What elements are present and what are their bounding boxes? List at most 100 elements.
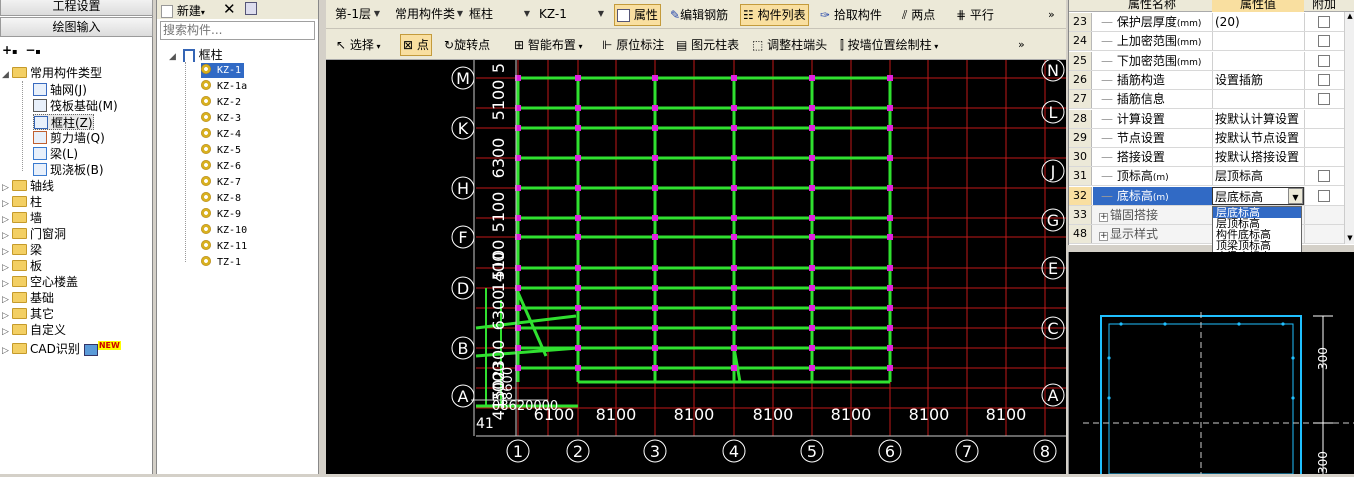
property-row[interactable]: 26 — 插筋构造 设置插筋 (1069, 70, 1354, 90)
tree-item-frame-column[interactable]: 框柱(Z) (33, 114, 94, 130)
tree-group[interactable]: ▷ 轴线 (2, 178, 54, 194)
tree-root-frame-column[interactable]: ◢ 框柱 (169, 47, 223, 63)
component-item[interactable]: KZ-7 (201, 175, 241, 190)
parallel-button[interactable]: ⋕ 平行 (956, 5, 994, 25)
component-item[interactable]: KZ-1a (201, 79, 247, 94)
properties-scrollbar[interactable]: ▲ ▼ (1344, 12, 1354, 244)
property-value[interactable]: 按默认搭接设置 (1212, 148, 1304, 167)
chevron-down-icon[interactable]: ▼ (1288, 187, 1303, 204)
tree-group[interactable]: ▷ 空心楼盖 (2, 274, 78, 290)
tree-group[interactable]: ▷ 门窗洞 (2, 226, 66, 242)
component-item[interactable]: KZ-6 (201, 159, 241, 174)
component-item[interactable]: KZ-5 (201, 143, 241, 158)
properties-button[interactable]: 属性 (614, 4, 661, 26)
tree-item-axis-grid[interactable]: 轴网(J) (33, 82, 87, 98)
type-select[interactable]: 常用构件类 ▼ (392, 5, 465, 25)
add-checkbox[interactable] (1318, 189, 1330, 202)
tree-item-beam[interactable]: 梁(L) (33, 146, 78, 162)
draw-by-wall-button[interactable]: ⫿ 按墙位置绘制柱 ▾ (840, 35, 938, 55)
toolbar-overflow-icon[interactable]: » (1018, 35, 1025, 55)
add-checkbox[interactable] (1318, 170, 1330, 183)
component-list-button[interactable]: ☷ 构件列表 (740, 4, 809, 26)
property-row[interactable]: 29 — 节点设置 按默认节点设置 (1069, 128, 1354, 148)
select-button[interactable]: ↖ 选择 ▾ (336, 35, 380, 55)
property-row[interactable]: 23 — 保护层厚度(mm) (20) (1069, 13, 1354, 32)
tree-label: 柱 (30, 195, 43, 209)
dropdown-option[interactable]: 构件底标高 (1213, 229, 1301, 240)
property-value[interactable] (1212, 90, 1304, 109)
component-item[interactable]: KZ-9 (201, 207, 241, 222)
category-select[interactable]: 框柱 ▼ (466, 5, 532, 25)
tree-group[interactable]: ▷ 基础 (2, 290, 54, 306)
component-item[interactable]: KZ-3 (201, 111, 241, 126)
component-item[interactable]: KZ-2 (201, 95, 241, 110)
delete-icon[interactable]: ✕ (223, 0, 236, 18)
property-value[interactable]: 层顶标高 (1212, 167, 1304, 186)
add-checkbox[interactable] (1318, 16, 1330, 28)
add-checkbox[interactable] (1318, 73, 1330, 86)
scroll-up-icon[interactable]: ▲ (1345, 12, 1354, 22)
edit-rebar-button[interactable]: ✎编辑钢筋 (670, 5, 728, 25)
property-value[interactable] (1212, 32, 1304, 51)
drawing-canvas[interactable]: M K H F D B A N L J G E C A 1 2 3 4 5 6 7 8 6100 8100 8100 8100 81… (326, 58, 1066, 474)
property-value[interactable]: (20) (1212, 13, 1304, 31)
component-search-input[interactable] (163, 22, 313, 38)
tree-group[interactable]: ▷ 自定义 (2, 322, 66, 338)
component-item[interactable]: KZ-8 (201, 191, 241, 206)
pick-component-button[interactable]: ✑ 拾取构件 (820, 5, 882, 25)
property-row[interactable]: 30 — 搭接设置 按默认搭接设置 (1069, 148, 1354, 168)
tree-item-shear-wall[interactable]: 剪力墙(Q) (33, 130, 105, 146)
collapse-all-icon[interactable]: − (25, 43, 35, 57)
property-row[interactable]: 31 — 顶标高(m) 层顶标高 (1069, 167, 1354, 187)
scroll-down-icon[interactable]: ▼ (1345, 234, 1354, 244)
floor-select[interactable]: 第-1层 ▼ (332, 5, 382, 25)
drawing-input-button[interactable]: 绘图输入 (0, 17, 153, 37)
expand-plus-icon[interactable]: + (1099, 232, 1108, 242)
dropdown-option[interactable]: 层底标高 (1213, 207, 1301, 218)
property-value[interactable] (1212, 51, 1304, 70)
tree-group[interactable]: ▷ CAD识别 NEW (2, 338, 121, 356)
copy-icon[interactable] (245, 2, 257, 15)
component-select[interactable]: KZ-1 ▼ (536, 5, 606, 25)
property-row[interactable]: 24 — 上加密范围(mm) (1069, 32, 1354, 52)
dropdown-option[interactable]: 层顶标高 (1213, 218, 1301, 229)
two-points-button[interactable]: ⫽ 两点 (902, 5, 935, 25)
project-settings-button[interactable]: 工程设置 (0, 0, 153, 16)
toolbar-overflow-icon[interactable]: » (1048, 5, 1055, 25)
property-row[interactable]: 28 — 计算设置 按默认计算设置 (1069, 109, 1354, 129)
property-row[interactable]: 27 — 插筋信息 (1069, 90, 1354, 110)
tree-group[interactable]: ▷ 柱 (2, 194, 42, 210)
expand-plus-icon[interactable]: + (1099, 213, 1108, 222)
expand-all-icon[interactable]: + (2, 43, 12, 57)
element-column-table-button[interactable]: ▤ 图元柱表 (676, 35, 739, 55)
add-checkbox[interactable] (1318, 54, 1330, 67)
tree-item-raft-foundation[interactable]: 筏板基础(M) (33, 98, 118, 114)
component-item[interactable]: TZ-1 (201, 255, 241, 270)
adjust-column-end-button[interactable]: ⬚ 调整柱端头 (752, 35, 827, 55)
component-item[interactable]: KZ-4 (201, 127, 241, 142)
tree-item-cast-slab[interactable]: 现浇板(B) (33, 162, 104, 178)
property-row[interactable]: 32— 底标高(m) 层底标高 ▼ (1069, 186, 1354, 206)
original-mark-button[interactable]: ⊩ 原位标注 (602, 35, 664, 55)
new-button[interactable]: 新建▾ (161, 2, 205, 19)
property-value[interactable]: 设置插筋 (1212, 70, 1304, 89)
component-item[interactable]: KZ-10 (201, 223, 247, 238)
property-value[interactable]: 按默认节点设置 (1212, 128, 1304, 147)
component-item[interactable]: KZ-11 (201, 239, 247, 254)
add-checkbox[interactable] (1318, 35, 1330, 48)
tree-group[interactable]: ▷ 板 (2, 258, 42, 274)
column-mark (887, 305, 893, 311)
smart-layout-button[interactable]: ⊞ 智能布置 ▾ (514, 35, 582, 55)
property-row[interactable]: 25 — 下加密范围(mm) (1069, 51, 1354, 71)
tree-group-common-types[interactable]: ◢ 常用构件类型 (2, 65, 102, 81)
point-button[interactable]: ⊠ 点 (400, 34, 432, 56)
property-value[interactable]: 按默认计算设置 (1212, 109, 1304, 128)
rotate-point-button[interactable]: ↻旋转点 (444, 35, 490, 55)
property-value[interactable]: 层底标高 ▼ (1212, 186, 1304, 205)
tree-group[interactable]: ▷ 墙 (2, 210, 42, 226)
dropdown-option[interactable]: 顶梁顶标高 (1213, 240, 1301, 251)
component-item[interactable]: KZ-1 (201, 63, 245, 78)
tree-group[interactable]: ▷ 其它 (2, 306, 54, 322)
tree-group[interactable]: ▷ 梁 (2, 242, 42, 258)
add-checkbox[interactable] (1318, 93, 1330, 106)
